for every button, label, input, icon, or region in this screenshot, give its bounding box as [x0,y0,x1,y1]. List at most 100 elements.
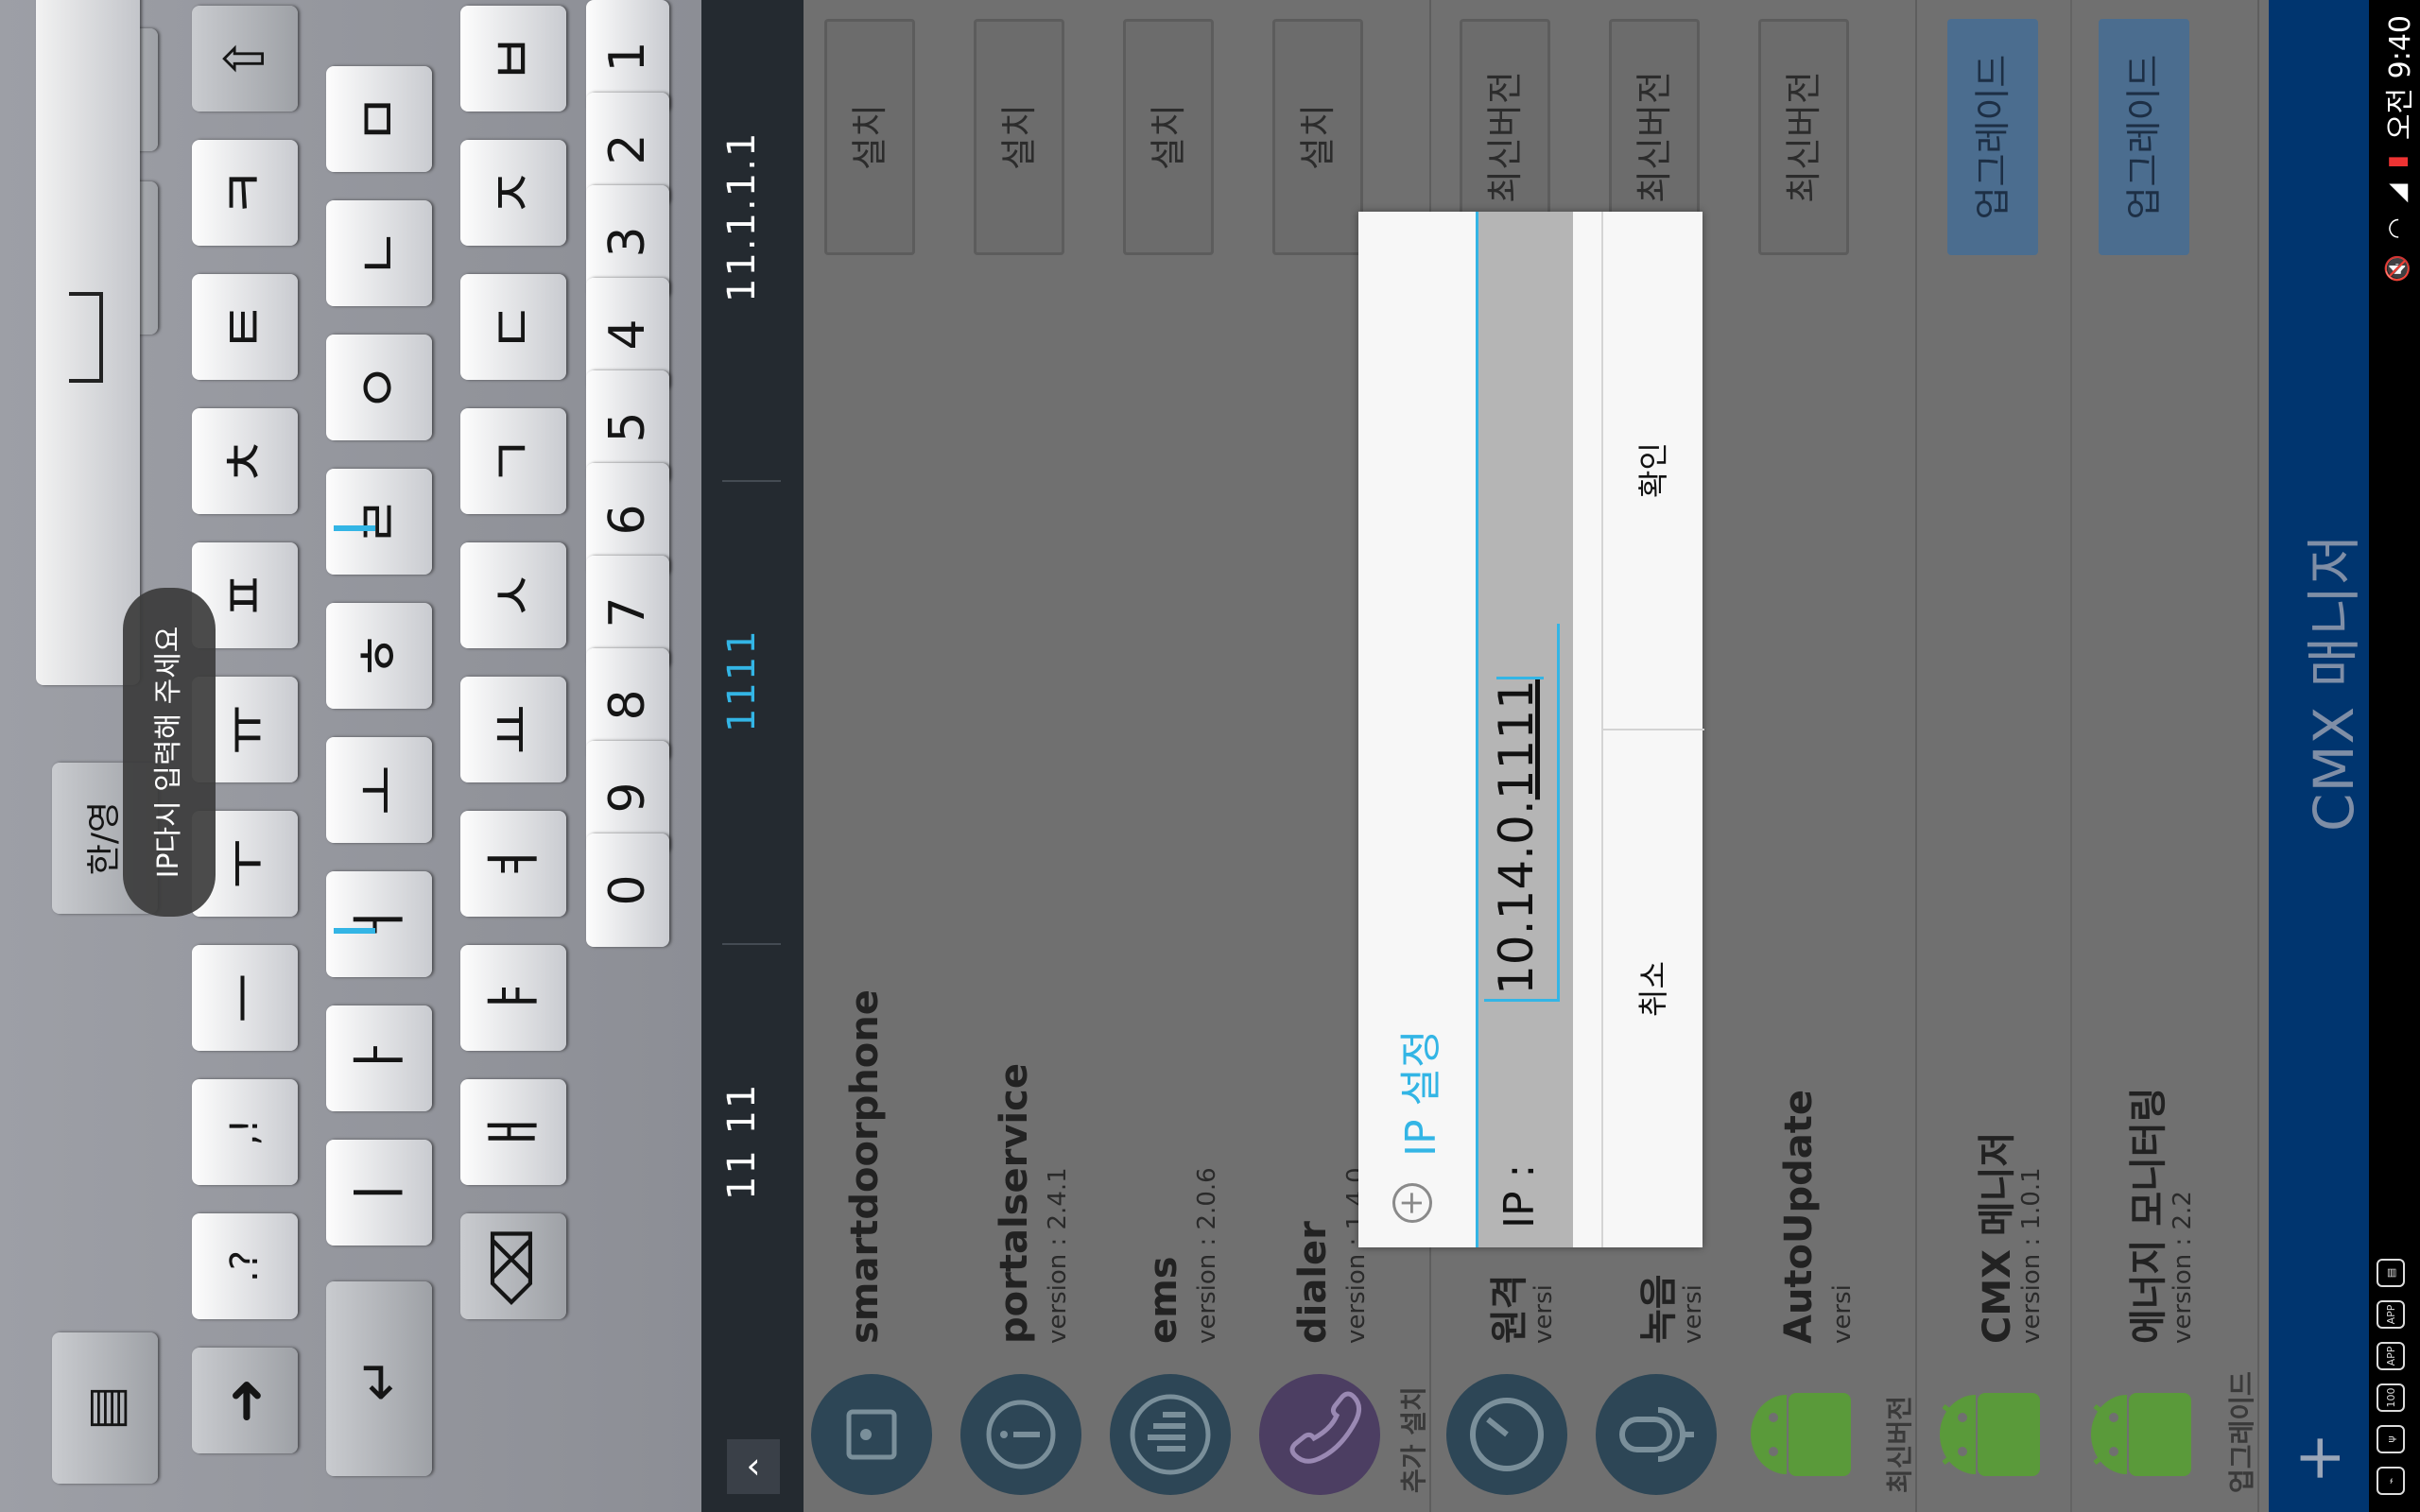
section-divider [2257,0,2259,1512]
space-key[interactable] [36,0,140,685]
list-item[interactable]: AutoUpdate versi 최신버전 [1730,0,1879,1512]
key-char[interactable]: ㅋ [192,140,298,246]
section-header-latest: 최신버전 [1884,1395,1915,1493]
key-char[interactable]: ㄹ [326,469,432,575]
app-version: version : 2.0.6 [1193,1167,1221,1344]
app-title: CMX 매니저 [2302,533,2366,832]
key-0[interactable]: 0 [586,833,669,947]
space-icon [69,292,103,383]
add-button[interactable]: + [2282,1425,2355,1491]
list-item[interactable]: ems version : 2.0.6 설치 [1095,0,1244,1512]
key-char[interactable]: ㅕ [460,811,566,917]
key-char[interactable]: ㅣ [326,1140,432,1246]
microphone-icon [1596,1374,1717,1495]
install-button[interactable]: 설치 [824,19,915,255]
shift-key[interactable]: ⇧ [192,6,298,112]
app-name: 원격 [1488,1274,1531,1344]
key-char[interactable]: ㅌ [192,274,298,380]
enter-key[interactable]: ↵ [326,1281,432,1476]
backspace-icon: ⌫ [481,1228,545,1306]
dialog-body: IP : 10.14.0.1111 [1478,212,1573,1247]
app-version: versi [1679,1284,1707,1344]
battery-icon: ▮ [2383,155,2411,169]
upgrade-button[interactable]: 업그레이드 [2099,19,2189,255]
dialog-header: + IP 설정 [1358,212,1478,1247]
latest-version-button[interactable]: 최신버전 [1758,19,1849,255]
action-bar: CMX 매니저 + [2269,0,2369,1512]
key-char[interactable]: ㅛ [460,677,566,782]
dialog-title: IP 설정 [1397,1029,1445,1157]
screen: ⌁ ψ 100 APP APP ▤ 🔇 ◠ ◢ ▮ 오전 9:40 CMX 매니… [0,0,2420,1512]
error-toast: IP다시 입력해 주세요 [123,588,216,917]
suggestion-item-selected[interactable]: 1111 [720,628,764,732]
android-icon [1934,1374,2055,1495]
ip-settings-dialog: + IP 설정 IP : 10.14.0.1111 취소 확인 [1358,212,1704,1247]
keyboard: 1 2 3 4 5 6 7 8 9 0 ㅂ ㅈ ㄷ ㄱ ㅅ ㅛ ㅕ ㅑ ㅐ ⌫ … [0,0,701,1512]
key-char[interactable]: ㄷ [460,274,566,380]
key-char[interactable]: ㅁ [326,66,432,172]
key-char[interactable]: ㅂ [460,6,566,112]
key-char[interactable]: ㅇ [326,335,432,440]
shift-icon: ⇧ [213,35,277,82]
chevron-icon: ‹ [746,1445,761,1486]
install-button[interactable]: 설치 [974,19,1064,255]
ip-input[interactable]: 10.14.0.1111 [1484,624,1560,1002]
key-char[interactable]: ㄴ [326,200,432,306]
mute-icon: 🔇 [2384,254,2411,283]
section-header-upgrade: 업그레이드 [2226,1371,2257,1493]
key-char[interactable]: ㄱ [460,408,566,514]
app-version: versi [1828,1284,1857,1344]
app-version: version : 1.0.1 [2017,1167,2046,1344]
list-item[interactable]: CMX 메니저 version : 1.0.1 업그레이드 [1919,0,2070,1512]
suggestion-divider [722,943,781,945]
key-hint-marker [334,525,375,531]
usb-icon: ψ [2377,1425,2405,1453]
list-item[interactable]: portalservice version : 2.4.1 설치 [945,0,1095,1512]
enter-icon: ↵ [347,1355,411,1402]
key-char[interactable]: ㅎ [326,603,432,709]
key-char[interactable]: ㅡ [192,945,298,1051]
key-char[interactable]: ㅑ [460,945,566,1051]
status-bar: ⌁ ψ 100 APP APP ▤ 🔇 ◠ ◢ ▮ 오전 9:40 [2369,0,2420,1512]
cancel-button[interactable]: 취소 [1603,729,1704,1247]
app-name: CMX 메니저 [1976,1131,2019,1344]
key-char[interactable]: ㅈ [460,140,566,246]
doorphone-icon [811,1374,932,1495]
usb-icon: ⌁ [2377,1467,2405,1495]
ip-label: IP : [1495,1163,1544,1228]
key-char[interactable]: ㅏ [326,1005,432,1111]
key-char[interactable]: ㅓ [326,871,432,977]
key-punctuation[interactable]: .? [192,1213,298,1319]
arrow-right-key[interactable]: ➜ [192,1348,298,1453]
key-punctuation[interactable]: ,! [192,1079,298,1185]
collapse-suggestions-button[interactable]: ‹ [727,1439,780,1494]
apps-icon: APP [2377,1342,2405,1370]
list-item[interactable]: smartdoorphone 설치 [796,0,945,1512]
clipboard-key[interactable]: ▤ [52,1332,158,1484]
upgrade-button[interactable]: 업그레이드 [1947,19,2038,255]
install-button[interactable]: 설치 [1272,19,1363,255]
android-icon [1745,1374,1866,1495]
install-button[interactable]: 설치 [1123,19,1214,255]
status-icons-right: 🔇 ◠ ◢ ▮ 오전 9:40 [2377,15,2418,283]
android-icon [2085,1374,2206,1495]
wifi-icon: ◠ [2383,217,2411,240]
app-version: version : 2.4.1 [1044,1167,1072,1344]
suggestion-item[interactable]: 11 11 [720,1082,764,1200]
key-char[interactable]: ㅗ [326,737,432,843]
app-name: 녹음 [1637,1274,1681,1344]
text-cursor [1495,677,1544,679]
add-circle-icon: + [1392,1183,1432,1223]
storage-icon: ▤ [2377,1259,2405,1287]
key-char[interactable]: ㅐ [460,1079,566,1185]
backspace-key[interactable]: ⌫ [460,1213,566,1319]
key-char[interactable]: ㅊ [192,408,298,514]
ok-button[interactable]: 확인 [1603,212,1704,729]
notification-badge-icon: 100 [2377,1383,2405,1412]
status-time: 오전 9:40 [2384,15,2417,141]
app-version: versi [1530,1284,1558,1344]
key-char[interactable]: ㅅ [460,542,566,648]
list-item[interactable]: 에너지 모니터링 version : 2.2 업그레이드 [2070,0,2221,1512]
ip-composing-text: 1111 [1489,679,1544,800]
suggestion-item[interactable]: 11.1.1.1 [720,131,764,302]
